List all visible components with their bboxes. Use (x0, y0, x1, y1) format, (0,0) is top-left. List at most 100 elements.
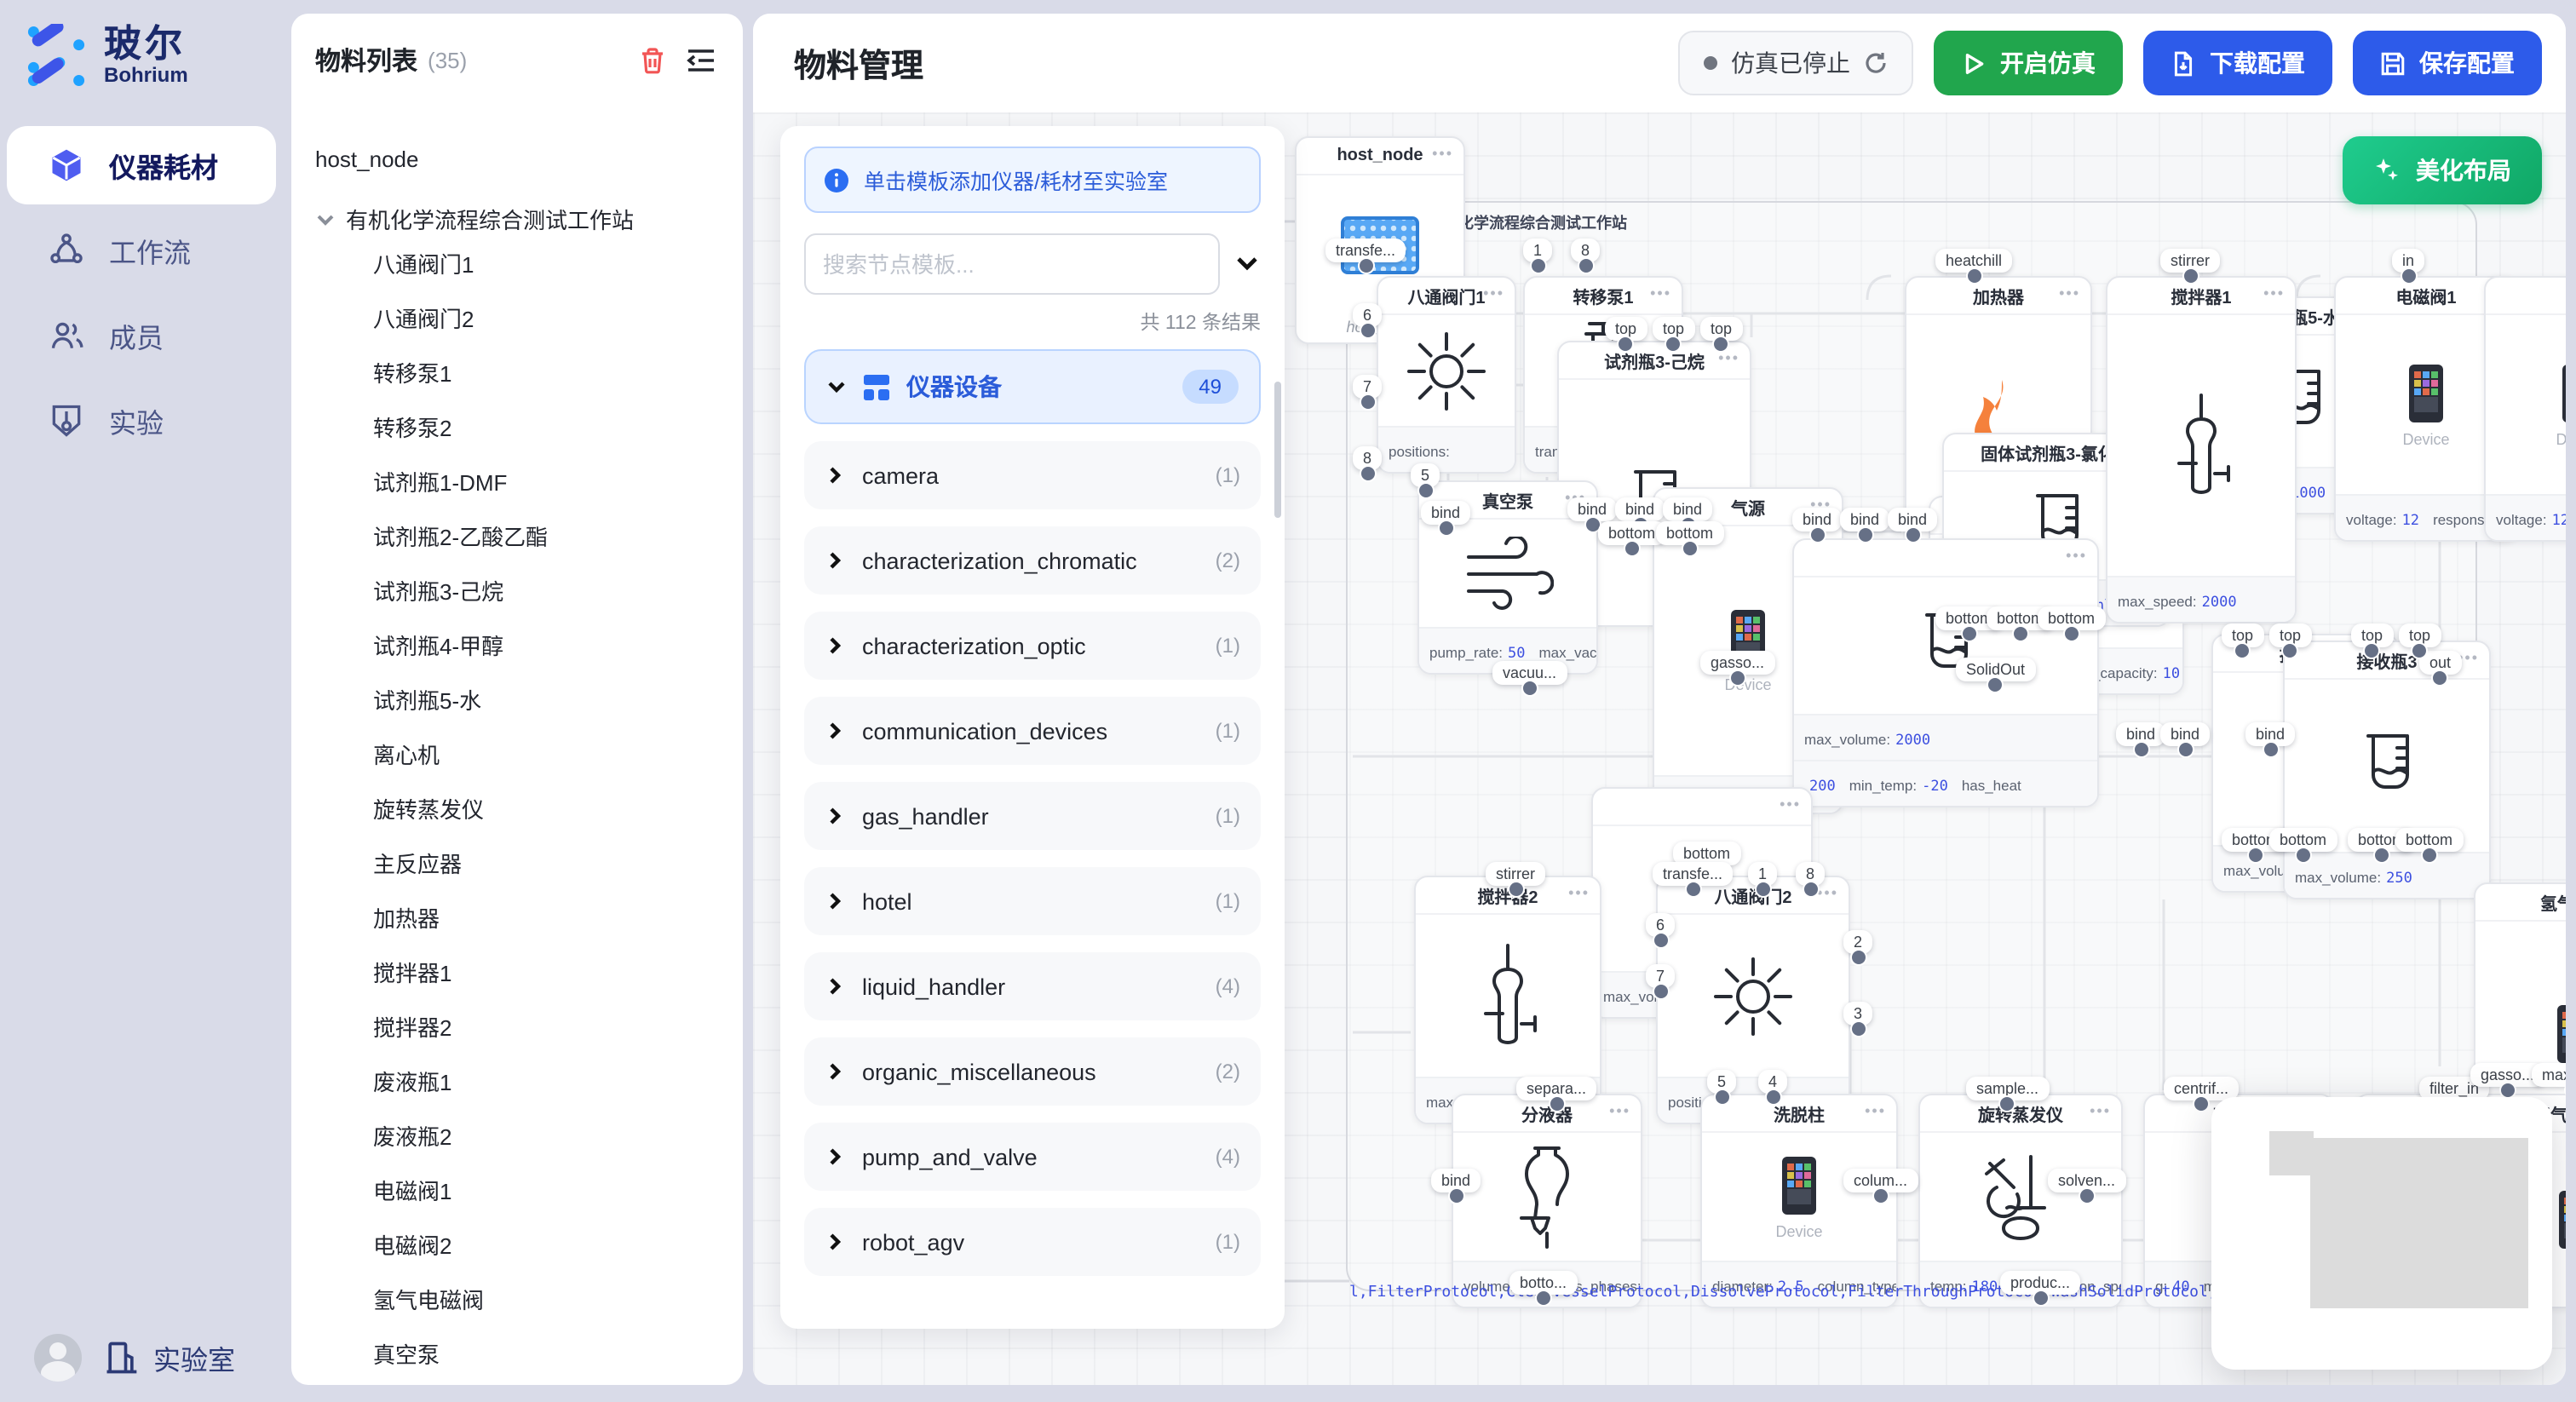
chevron-right-icon (825, 721, 845, 741)
tree-item[interactable]: 试剂瓶1-DMF (315, 457, 743, 511)
node-menu-icon[interactable]: ••• (2263, 284, 2285, 302)
node-menu-icon[interactable]: ••• (2059, 284, 2080, 302)
tree-item[interactable]: 转移泵1 (315, 348, 743, 402)
graph-node-洗脱柱[interactable]: 洗脱柱•••Devicediameter:2.5column_type:si (1700, 1094, 1898, 1308)
node-menu-icon[interactable]: ••• (1568, 884, 1590, 901)
node-icon: Device (1702, 1133, 1896, 1261)
tree-item[interactable]: 废液瓶1 (315, 1056, 743, 1111)
category-label: hotel (862, 888, 912, 914)
category-label: characterization_chromatic (862, 548, 1137, 573)
port-label-bind: bind (1888, 508, 1937, 531)
preview-popup (2211, 1097, 2552, 1370)
node-menu-icon[interactable]: ••• (1483, 284, 1504, 302)
node-menu-icon[interactable]: ••• (1817, 884, 1838, 901)
category-count: (4) (1216, 974, 1240, 998)
node-menu-icon[interactable]: ••• (1609, 1102, 1630, 1119)
tree-item[interactable]: 搅拌器1 (315, 947, 743, 1002)
tree-item-workstation-label: 有机化学流程综合测试工作站 (346, 203, 634, 235)
scrollbar-thumb[interactable] (1274, 382, 1281, 518)
tree-item[interactable]: 转移泵2 (315, 402, 743, 457)
node-menu-icon[interactable]: ••• (1650, 284, 1671, 302)
graph-node-unnamed[interactable]: •••Devicevoltage:12 (2484, 276, 2566, 542)
tree-item[interactable]: 搅拌器2 (315, 1002, 743, 1056)
sidebar-item-lab[interactable]: 实验室 (102, 1337, 235, 1378)
port-label-SolidOut: SolidOut (1956, 658, 2035, 681)
category-label: communication_devices (862, 718, 1107, 744)
sidebar-item-2[interactable]: 成员 (7, 296, 276, 375)
material-list-count: (35) (428, 47, 467, 72)
sidebar-item-0[interactable]: 仪器耗材 (7, 126, 276, 204)
node-menu-icon[interactable]: ••• (1865, 1102, 1886, 1119)
graph-node-八通阀门1[interactable]: 八通阀门1•••positions: (1377, 276, 1516, 474)
avatar[interactable] (34, 1334, 82, 1382)
search-input[interactable] (804, 233, 1220, 295)
info-icon (823, 166, 850, 193)
beautify-layout-button[interactable]: 美化布局 (2343, 136, 2542, 204)
graph-node-搅拌器1[interactable]: 搅拌器1•••max_speed:2000 (2106, 276, 2297, 623)
tree-item[interactable]: 离心机 (315, 729, 743, 784)
tree-item[interactable]: 电磁阀2 (315, 1220, 743, 1274)
sidebar-item-1[interactable]: 工作流 (7, 211, 276, 290)
category-hotel[interactable]: hotel(1) (804, 867, 1261, 935)
node-menu-icon[interactable]: ••• (2066, 547, 2087, 564)
category-pump_and_valve[interactable]: pump_and_valve(4) (804, 1123, 1261, 1191)
template-panel: 单击模板添加仪器/耗材至实验室 共 112 条结果 仪器设备 49 camera… (780, 126, 1285, 1329)
node-title: 旋转蒸发仪 (1978, 1100, 2063, 1126)
category-gas_handler[interactable]: gas_handler(1) (804, 782, 1261, 850)
tree-item[interactable]: 八通阀门2 (315, 293, 743, 348)
port-label-8: 8 (1796, 862, 1825, 886)
node-icon (1453, 1133, 1641, 1261)
category-characterization_chromatic[interactable]: characterization_chromatic(2) (804, 526, 1261, 595)
sidebar-item-3[interactable]: 实验 (7, 382, 276, 460)
tree-item[interactable]: 氢气电磁阀 (315, 1274, 743, 1329)
refresh-icon[interactable] (1864, 51, 1888, 75)
tree-item-workstation[interactable]: 有机化学流程综合测试工作站 (315, 196, 743, 238)
simulation-status[interactable]: 仿真已停止 (1678, 31, 1913, 95)
category-count: (1) (1216, 634, 1240, 658)
logo-subtitle: Bohrium (104, 63, 188, 87)
tree-item-host-node[interactable]: host_node (315, 140, 743, 196)
port-label-bind: bind (1792, 508, 1842, 531)
category-characterization_optic[interactable]: characterization_optic(1) (804, 612, 1261, 680)
category-list: camera(1)characterization_chromatic(2)ch… (804, 441, 1261, 1276)
node-icon (1794, 577, 2097, 714)
port-label-8: 8 (1353, 446, 1382, 470)
category-organic_miscellaneous[interactable]: organic_miscellaneous(2) (804, 1037, 1261, 1106)
tree-item[interactable]: 电磁阀1 (315, 1165, 743, 1220)
node-menu-icon[interactable]: ••• (1432, 145, 1453, 162)
category-instruments[interactable]: 仪器设备 49 (804, 349, 1261, 424)
category-camera[interactable]: camera(1) (804, 441, 1261, 509)
logo[interactable]: 玻尔 Bohrium (0, 0, 283, 89)
node-icon (2285, 680, 2489, 852)
tree-item[interactable]: 试剂瓶4-甲醇 (315, 620, 743, 675)
collapse-list-button[interactable] (681, 41, 719, 78)
category-label: gas_handler (862, 803, 989, 829)
graph-node-八通阀门2[interactable]: 八通阀门2•••positions:8 (1656, 876, 1850, 1124)
category-instruments-count: 49 (1182, 370, 1239, 404)
node-menu-icon[interactable]: ••• (2090, 1102, 2111, 1119)
category-communication_devices[interactable]: communication_devices(1) (804, 697, 1261, 765)
port-label-gasso: gasso... (1700, 651, 1774, 675)
tree-item[interactable]: 旋转蒸发仪 (315, 784, 743, 838)
tree-item[interactable]: 试剂瓶5-水 (315, 675, 743, 729)
tree-item[interactable]: 废液瓶2 (315, 1111, 743, 1165)
port-label-4: 4 (1758, 1070, 1787, 1094)
tree-item[interactable]: 真空泵 (315, 1329, 743, 1383)
category-robot_agv[interactable]: robot_agv(1) (804, 1208, 1261, 1276)
port-label-bind: bind (1663, 497, 1712, 521)
start-simulation-button[interactable]: 开启仿真 (1934, 31, 2123, 95)
tree-item[interactable]: 主反应器 (315, 838, 743, 893)
graph-node-unnamed[interactable]: •••max_volume:2000200min_temp:-20has_hea… (1792, 538, 2099, 807)
graph-canvas[interactable]: 有机化学流程综合测试工作站 host_node•••host_no...八通阀门… (753, 112, 2566, 1385)
node-title: 洗脱柱 (1774, 1100, 1825, 1126)
tree-item[interactable]: 八通阀门1 (315, 238, 743, 293)
delete-all-button[interactable] (634, 41, 671, 78)
download-config-button[interactable]: 下载配置 (2143, 31, 2332, 95)
collapse-all-chevron-icon[interactable] (1233, 256, 1261, 273)
tree-item[interactable]: 试剂瓶3-己烷 (315, 566, 743, 620)
node-menu-icon[interactable]: ••• (1780, 796, 1801, 813)
tree-item[interactable]: 试剂瓶2-乙酸乙酯 (315, 511, 743, 566)
tree-item[interactable]: 加热器 (315, 893, 743, 947)
save-config-button[interactable]: 保存配置 (2353, 31, 2542, 95)
category-liquid_handler[interactable]: liquid_handler(4) (804, 952, 1261, 1020)
